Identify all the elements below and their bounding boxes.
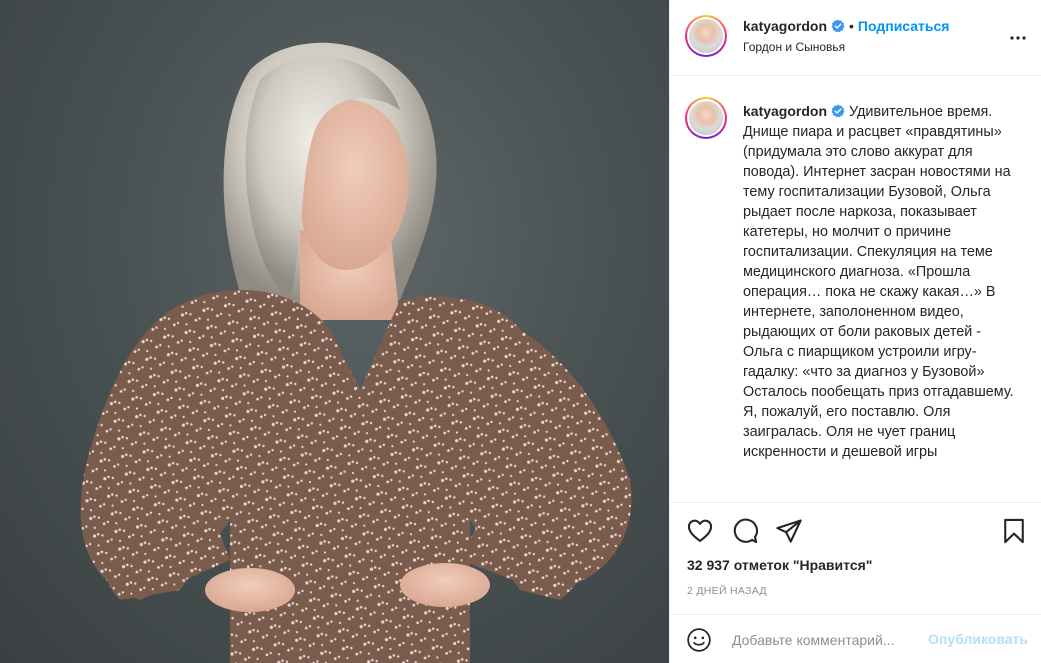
- post-timestamp[interactable]: 2 ДНЕЙ НАЗАД: [687, 585, 767, 597]
- heart-icon[interactable]: [686, 517, 714, 545]
- comment-icon[interactable]: [731, 517, 759, 545]
- bookmark-icon[interactable]: [1000, 517, 1028, 545]
- header-user-line: katyagordon • Подписаться: [743, 18, 949, 34]
- post-photo[interactable]: [0, 0, 669, 663]
- avatar[interactable]: [685, 15, 727, 57]
- caption-text-block: katyagordon Удивительное время. Днище пи…: [743, 101, 1018, 462]
- post-header: katyagordon • Подписаться Гордон и Сыновья: [670, 0, 1041, 76]
- comment-bar: Опубликовать: [670, 614, 1041, 663]
- post-photo-illustration: [80, 42, 632, 663]
- post-actions: 32 937 отметок "Нравится" 2 ДНЕЙ НАЗАД О…: [670, 502, 1041, 663]
- share-icon[interactable]: [775, 517, 803, 545]
- location-link[interactable]: Гордон и Сыновья: [743, 40, 845, 54]
- verified-badge-icon: [831, 19, 845, 33]
- verified-badge-icon: [831, 104, 845, 118]
- caption-avatar[interactable]: [685, 97, 727, 139]
- caption-area: katyagordon Удивительное время. Днище пи…: [670, 77, 1041, 501]
- caption-username-link[interactable]: katyagordon: [743, 103, 827, 119]
- likes-count[interactable]: 32 937 отметок "Нравится": [687, 557, 872, 573]
- separator-dot: •: [849, 18, 854, 34]
- caption-text: Удивительное время. Днище пиара и расцве…: [743, 104, 1014, 460]
- post-side-panel: katyagordon • Подписаться Гордон и Сыновья…: [669, 0, 1041, 663]
- publish-button[interactable]: Опубликовать: [928, 631, 1028, 647]
- follow-button[interactable]: Подписаться: [858, 18, 950, 34]
- instagram-post: katyagordon • Подписаться Гордон и Сыновья…: [0, 0, 1041, 663]
- comment-input[interactable]: [732, 629, 917, 651]
- emoji-icon[interactable]: [686, 627, 712, 653]
- more-options-icon[interactable]: [1008, 28, 1028, 48]
- username-link[interactable]: katyagordon: [743, 18, 827, 34]
